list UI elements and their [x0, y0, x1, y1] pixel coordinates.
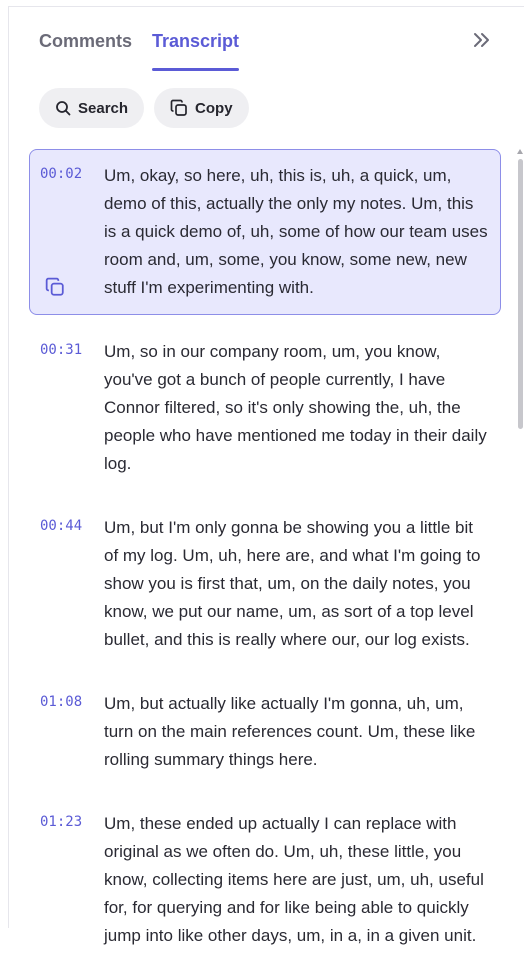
scroll-up-arrow-icon[interactable] [517, 149, 523, 154]
search-button[interactable]: Search [39, 88, 145, 128]
transcript-text: Um, but actually like actually I'm gonna… [104, 694, 476, 769]
copy-icon [45, 277, 65, 302]
copy-button-label: Copy [195, 99, 233, 117]
transcript-entry[interactable]: 00:31 Um, so in our company room, um, yo… [29, 325, 501, 491]
collapse-panel-button[interactable] [468, 29, 494, 55]
tab-comments[interactable]: Comments [39, 31, 132, 71]
transcript-text: Um, but I'm only gonna be showing you a … [104, 518, 481, 649]
copy-icon [170, 99, 188, 117]
transcript-entry[interactable]: 01:23 Um, these ended up actually I can … [29, 797, 501, 963]
tab-transcript[interactable]: Transcript [152, 31, 240, 71]
scrollbar[interactable] [516, 149, 524, 935]
scroll-thumb[interactable] [518, 159, 523, 429]
copy-button[interactable]: Copy [154, 88, 249, 128]
transcript-text: Um, okay, so here, uh, this is, uh, a qu… [104, 166, 488, 297]
transcript-entry[interactable]: 00:44 Um, but I'm only gonna be showing … [29, 501, 501, 667]
double-chevron-right-icon [471, 30, 491, 55]
search-icon [55, 100, 71, 116]
transcript-list: 00:02 Um, okay, so here, uh, this is, uh… [29, 149, 501, 973]
side-panel: Comments Transcript Search Copy 00:02 Um… [8, 6, 524, 945]
transcript-text: Um, so in our company room, um, you know… [104, 342, 487, 473]
tab-bar: Comments Transcript [39, 31, 240, 71]
search-button-label: Search [78, 99, 129, 117]
transcript-text: Um, these ended up actually I can replac… [104, 814, 484, 945]
transcript-entry[interactable]: 00:02 Um, okay, so here, uh, this is, uh… [29, 149, 501, 315]
transcript-entry[interactable]: 01:08 Um, but actually like actually I'm… [29, 677, 501, 787]
timestamp[interactable]: 01:23 [40, 810, 104, 950]
timestamp[interactable]: 00:31 [40, 338, 104, 478]
transcript-actions: Search Copy [39, 88, 249, 128]
timestamp[interactable]: 01:08 [40, 690, 104, 774]
timestamp[interactable]: 00:44 [40, 514, 104, 654]
copy-entry-button[interactable] [44, 277, 66, 302]
